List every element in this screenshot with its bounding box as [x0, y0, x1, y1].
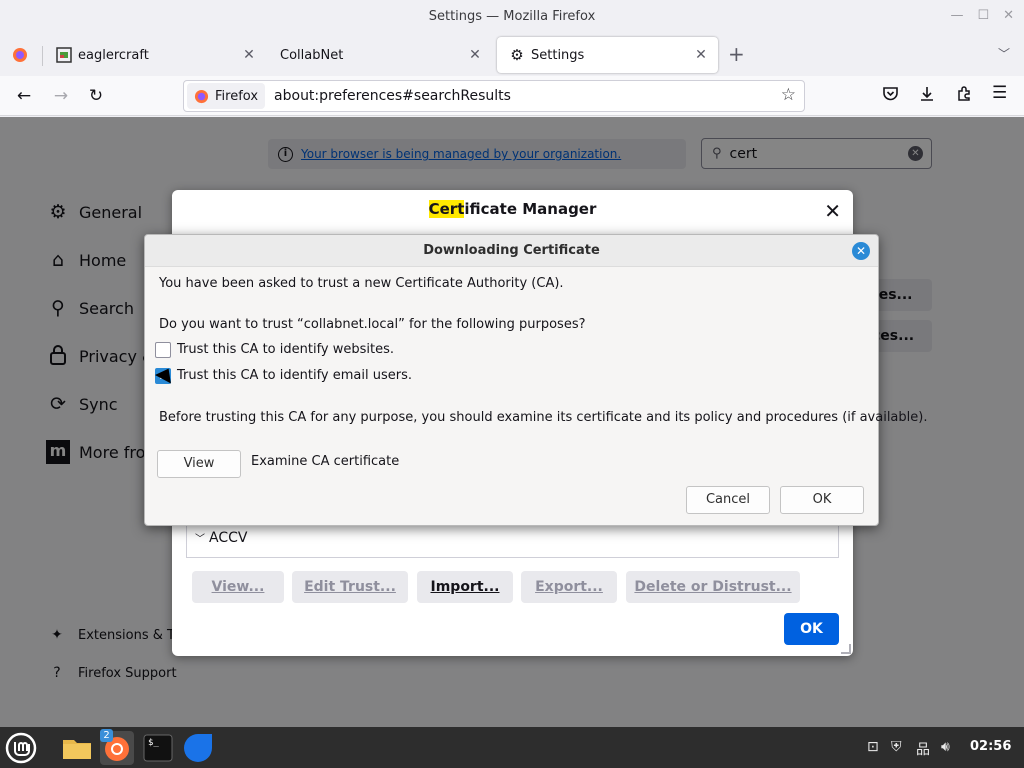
svg-text:$_: $_: [148, 738, 159, 748]
button-label: Delete or Distrust...: [634, 579, 792, 595]
tree-row-label: ACCV: [209, 530, 248, 546]
network-icon[interactable]: 品: [916, 739, 930, 759]
identity-box[interactable]: Firefox: [187, 83, 266, 109]
trust-websites-checkbox[interactable]: [155, 342, 171, 358]
gear-icon: ⚙: [510, 46, 524, 64]
title-rest: ificate Manager: [464, 200, 597, 218]
window-titlebar: Settings — Mozilla Firefox — ☐ ✕: [0, 0, 1024, 34]
tab-separator: [42, 46, 43, 66]
close-icon[interactable]: ✕: [852, 242, 870, 260]
window-controls: — ☐ ✕: [950, 8, 1014, 23]
maximize-icon[interactable]: ☐: [977, 8, 989, 23]
tab-eaglercraft[interactable]: eaglercraft ✕: [44, 37, 266, 73]
button-label: Export...: [535, 579, 603, 595]
back-arrow-icon[interactable]: ←: [12, 84, 36, 108]
edit-trust-button[interactable]: Edit Trust...: [292, 571, 408, 603]
view-ca-certificate-button[interactable]: View: [157, 450, 241, 478]
close-window-icon[interactable]: ✕: [1003, 8, 1014, 23]
shield-icon[interactable]: ⛨: [891, 739, 902, 755]
extensions-icon[interactable]: [956, 86, 972, 106]
taskbar: 2 $_ ⊡ ⛨ 品 🔊︎ 02:56: [0, 727, 1024, 768]
clock[interactable]: 02:56: [970, 739, 1011, 754]
close-tab-icon[interactable]: ✕: [692, 46, 710, 64]
trust-websites-label[interactable]: Trust this CA to identify websites.: [177, 342, 394, 357]
cancel-button[interactable]: Cancel: [686, 486, 770, 514]
downloads-icon[interactable]: [919, 86, 935, 106]
tab-label: Settings: [531, 47, 585, 63]
pocket-icon[interactable]: [882, 86, 899, 106]
linux-mint-menu-icon[interactable]: [4, 731, 38, 765]
folder-icon[interactable]: [60, 731, 94, 765]
firefox-view-tab[interactable]: [0, 37, 40, 73]
button-label: View...: [211, 579, 265, 595]
delete-distrust-button[interactable]: Delete or Distrust...: [626, 571, 800, 603]
tab-settings[interactable]: ⚙ Settings ✕: [497, 37, 718, 73]
button-label: Import...: [430, 579, 500, 595]
button-label: Edit Trust...: [304, 579, 396, 595]
identity-label: Firefox: [215, 88, 259, 104]
app-taskbar-icon[interactable]: [181, 731, 215, 765]
trust-email-label[interactable]: Trust this CA to identify email users.: [177, 368, 412, 383]
examine-ca-label: Examine CA certificate: [251, 454, 400, 469]
url-bar[interactable]: Firefox about:preferences#searchResults …: [183, 80, 805, 112]
search-highlight: Cert: [428, 200, 465, 218]
volume-icon[interactable]: 🔊︎: [941, 739, 950, 755]
hamburger-menu-icon[interactable]: ☰: [992, 83, 1007, 103]
dialog-intro: You have been asked to trust a new Certi…: [159, 276, 564, 291]
chevron-down-icon[interactable]: ﹀: [998, 45, 1010, 62]
navigation-toolbar: ← → ↻ Firefox about:preferences#searchRe…: [0, 76, 1024, 116]
certificate-manager-title: Certificate Manager: [172, 200, 853, 218]
export-button[interactable]: Export...: [521, 571, 617, 603]
dialog-title: Downloading Certificate: [145, 235, 878, 267]
new-tab-icon[interactable]: +: [728, 42, 745, 66]
firefox-icon: [13, 48, 27, 62]
downloading-certificate-dialog: Downloading Certificate ✕ You have been …: [144, 234, 927, 526]
dialog-advice: Before trusting this CA for any purpose,…: [159, 410, 928, 425]
tab-label: eaglercraft: [78, 47, 149, 63]
close-tab-icon[interactable]: ✕: [240, 46, 258, 64]
view-button[interactable]: View...: [192, 571, 284, 603]
reload-icon[interactable]: ↻: [84, 84, 108, 108]
update-manager-icon[interactable]: ⊡: [867, 739, 879, 755]
resize-grip[interactable]: [841, 644, 851, 654]
tab-strip: eaglercraft ✕ CollabNet ✕ ⚙ Settings ✕: [0, 34, 1024, 76]
terminal-icon[interactable]: $_: [141, 731, 175, 765]
forward-arrow-icon[interactable]: →: [49, 84, 73, 108]
certificate-manager-ok-button[interactable]: OK: [784, 613, 839, 645]
bookmark-star-icon[interactable]: ☆: [781, 85, 796, 105]
chevron-down-icon: ﹀: [195, 534, 205, 545]
firefox-icon: [194, 89, 209, 103]
tab-collabnet[interactable]: CollabNet ✕: [268, 37, 492, 73]
close-icon[interactable]: ✕: [824, 199, 841, 223]
minimize-icon[interactable]: —: [950, 8, 963, 23]
url-text[interactable]: about:preferences#searchResults: [274, 88, 511, 104]
eaglercraft-favicon-icon: [56, 47, 72, 63]
dialog-question: Do you want to trust “collabnet.local” f…: [159, 317, 586, 332]
ok-button[interactable]: OK: [780, 486, 864, 514]
window-count-badge: 2: [100, 729, 113, 742]
firefox-taskbar-icon[interactable]: 2: [100, 729, 134, 765]
certificate-tree-row[interactable]: ﹀ ACCV: [186, 522, 839, 558]
close-tab-icon[interactable]: ✕: [466, 46, 484, 64]
window-title: Settings — Mozilla Firefox: [428, 9, 596, 24]
import-button[interactable]: Import...: [417, 571, 513, 603]
tab-label: CollabNet: [280, 47, 344, 63]
